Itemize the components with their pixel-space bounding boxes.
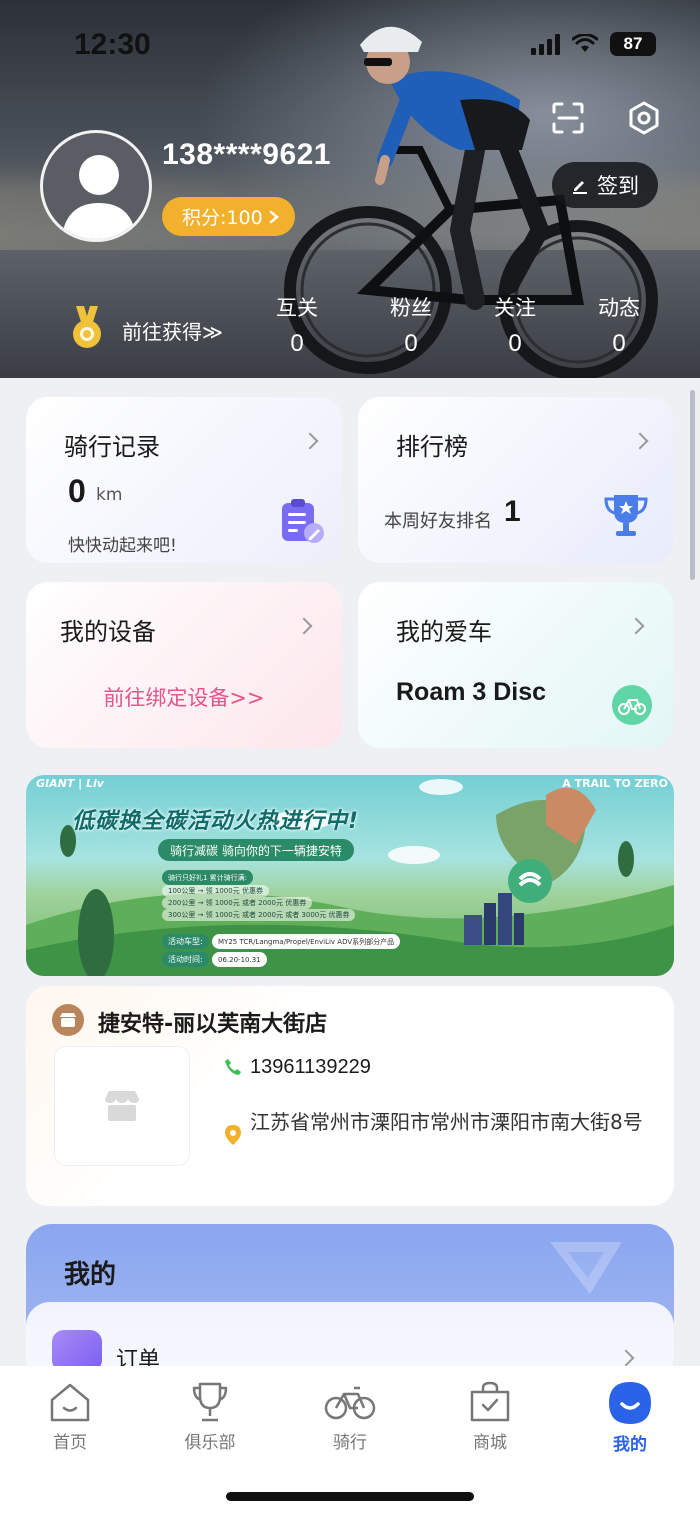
battery-icon: 87 <box>610 32 656 56</box>
stat-value: 0 <box>612 330 626 357</box>
tab-label: 骑行 <box>333 1433 367 1453</box>
banner-time-value: 06.20-10.31 <box>212 952 267 967</box>
banner-subtitle: 骑行减碳 骑向你的下一辆捷安特 <box>158 839 354 861</box>
card-title: 我的设备 <box>60 618 156 646</box>
banner-gift-title: 骑行只好礼1 累计骑行满: <box>162 870 254 885</box>
user-phone: 138****9621 <box>162 138 331 171</box>
home-icon <box>50 1383 90 1422</box>
banner-line: 300公里 → 领 1000元 或者 2000元 或者 3000元 优惠券 <box>162 909 356 921</box>
chevron-right-icon <box>295 617 313 635</box>
tab-ride[interactable]: 骑行 <box>300 1380 400 1453</box>
store-card[interactable]: 捷安特-丽以芙南大街店 13961139229 江苏省常州市溧阳市常州市溧阳市南… <box>26 986 674 1206</box>
my-bike-card[interactable]: 我的爱车 Roam 3 Disc <box>358 582 673 748</box>
shopping-bag-icon <box>470 1381 510 1422</box>
store-address[interactable]: 江苏省常州市溧阳市常州市溧阳市南大街8号 <box>250 1110 650 1134</box>
bike-icon <box>324 1386 376 1420</box>
trophy-icon <box>192 1382 228 1422</box>
status-time: 12:30 <box>74 28 151 61</box>
ride-hint: 快快动起来吧! <box>68 536 177 556</box>
banner-title: 低碳换全碳活动火热进行中! <box>72 809 360 834</box>
scrollbar[interactable] <box>690 390 695 580</box>
status-icons: 87 <box>531 32 656 56</box>
signal-icon <box>531 33 560 55</box>
shop-placeholder-icon <box>105 1091 139 1121</box>
ride-distance-unit: km <box>96 485 123 505</box>
stat-mutual[interactable]: 互关 0 <box>262 292 332 358</box>
store-image-placeholder <box>54 1046 190 1166</box>
banner-brand: GIANT | Liv <box>36 777 104 790</box>
banner-models-value: MY25 TCR/Langma/Propel/EnviLiv ADV系列部分产品 <box>212 934 401 949</box>
store-name: 捷安特-丽以芙南大街店 <box>98 1012 328 1037</box>
stat-posts[interactable]: 动态 0 <box>584 292 654 358</box>
mine-title: 我的 <box>64 1260 117 1290</box>
wifi-icon <box>572 34 598 52</box>
store-phone[interactable]: 13961139229 <box>250 1056 371 1079</box>
location-pin-icon <box>225 1125 241 1145</box>
stat-value: 0 <box>404 330 418 357</box>
points-label: 积分:100 <box>182 207 263 229</box>
phone-icon <box>225 1059 241 1075</box>
profile-icon <box>609 1382 651 1424</box>
stat-value: 0 <box>508 330 522 357</box>
banner-time-label: 活动时间: <box>162 952 209 967</box>
banner-models-label: 活动车型: <box>162 934 209 949</box>
signin-button[interactable]: 签到 <box>552 162 658 208</box>
clipboard-icon <box>282 499 324 543</box>
goto-get-link[interactable]: 前往获得≫ <box>122 316 223 345</box>
promo-banner[interactable]: GIANT | Liv A TRAIL TO ZERO 低碳换全碳活动火热进行中… <box>26 775 674 976</box>
decorative-logo-icon <box>550 1242 622 1294</box>
scan-icon[interactable] <box>548 98 588 138</box>
medal-icon[interactable] <box>70 306 104 350</box>
chevron-right-icon <box>617 1349 635 1367</box>
card-title: 骑行记录 <box>64 433 160 461</box>
mine-section: 我的 订单 <box>26 1224 674 1384</box>
chevron-right-icon <box>269 210 279 223</box>
settings-icon[interactable] <box>624 98 664 138</box>
store-icon <box>52 1004 84 1036</box>
card-title: 排行榜 <box>396 433 468 461</box>
banner-trail-text: A TRAIL TO ZERO <box>562 777 668 790</box>
rank-value: 1 <box>504 495 521 528</box>
profile-header: 12:30 87 138****9621 积分:100 签到 前往获得≫ 互关 … <box>0 0 700 378</box>
tab-label: 我的 <box>613 1435 647 1455</box>
bike-name: Roam 3 Disc <box>396 678 547 706</box>
edit-icon <box>573 181 587 194</box>
my-device-card[interactable]: 我的设备 前往绑定设备>> <box>26 582 342 748</box>
trophy-icon <box>604 495 648 536</box>
tab-home[interactable]: 首页 <box>20 1380 120 1453</box>
stat-label: 关注 <box>494 296 536 320</box>
stat-label: 动态 <box>598 296 640 320</box>
points-badge[interactable]: 积分:100 <box>162 197 295 236</box>
banner-line: 100公里 → 领 1000元 优惠券 <box>162 885 269 897</box>
stat-followers[interactable]: 粉丝 0 <box>376 292 446 358</box>
leaderboard-card[interactable]: 排行榜 本周好友排名 1 <box>358 397 673 563</box>
banner-line: 200公里 → 领 1000元 或者 2000元 优惠券 <box>162 897 313 909</box>
card-title: 我的爱车 <box>396 618 492 646</box>
tab-club[interactable]: 俱乐部 <box>160 1380 260 1453</box>
tab-label: 俱乐部 <box>184 1433 236 1453</box>
signin-label: 签到 <box>597 174 639 198</box>
ride-distance-value: 0 <box>68 473 86 509</box>
tab-label: 商城 <box>473 1433 507 1453</box>
tab-shop[interactable]: 商城 <box>440 1380 540 1453</box>
stat-value: 0 <box>290 330 304 357</box>
home-indicator[interactable] <box>226 1492 474 1501</box>
stat-following[interactable]: 关注 0 <box>480 292 550 358</box>
rank-label: 本周好友排名 <box>384 511 492 532</box>
stat-label: 互关 <box>276 296 318 320</box>
ride-record-card[interactable]: 骑行记录 0 km 快快动起来吧! <box>26 397 342 563</box>
stat-label: 粉丝 <box>390 296 432 320</box>
avatar[interactable] <box>40 130 152 242</box>
chevron-right-icon <box>627 617 645 635</box>
tab-label: 首页 <box>53 1433 87 1453</box>
bike-icon <box>612 685 652 725</box>
chevron-right-icon <box>301 432 319 450</box>
bind-device-link[interactable]: 前往绑定设备>> <box>26 682 342 712</box>
tab-mine[interactable]: 我的 <box>580 1380 680 1455</box>
chevron-right-icon <box>631 432 649 450</box>
